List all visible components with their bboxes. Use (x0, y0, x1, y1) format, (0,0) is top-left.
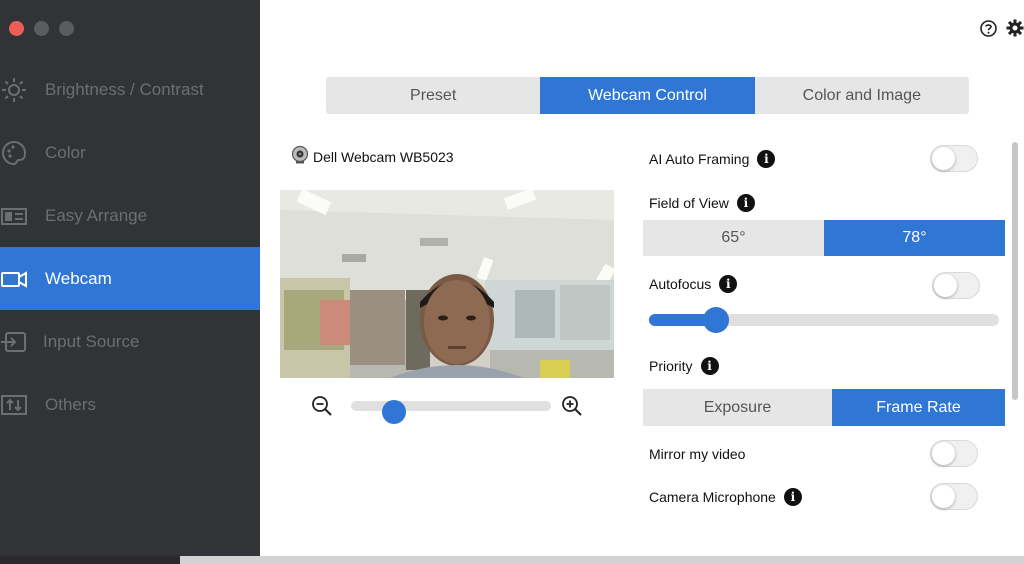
zoom-slider[interactable] (351, 400, 551, 424)
webcam-preview (280, 190, 614, 378)
mirror-video-label: Mirror my video (649, 446, 745, 462)
input-source-icon (0, 328, 28, 356)
mirror-video-toggle[interactable] (930, 440, 978, 467)
zoom-control (311, 395, 583, 424)
sidebar-item-webcam[interactable]: Webcam (0, 247, 260, 310)
top-toolbar (979, 19, 1024, 37)
info-icon[interactable]: i (783, 488, 802, 506)
gear-icon[interactable] (1006, 19, 1024, 37)
field-of-view-segmented: 65° 78° (643, 220, 1005, 256)
setting-label-text: AI Auto Framing (649, 151, 750, 167)
autofocus-toggle[interactable] (932, 272, 980, 299)
sidebar-item-label: Others (45, 394, 97, 414)
maximize-window-button[interactable] (59, 21, 74, 36)
zoom-slider-handle[interactable] (382, 400, 406, 424)
setting-label-text: Camera Microphone (649, 489, 776, 505)
camera-microphone-label: Camera Microphone i (649, 488, 802, 506)
setting-label-text: Autofocus (649, 276, 712, 292)
tab-color-and-image[interactable]: Color and Image (755, 77, 969, 114)
priority-label: Priority i (649, 357, 719, 375)
sidebar-item-easy-arrange[interactable]: Easy Arrange (0, 184, 260, 247)
others-icon (0, 391, 28, 419)
setting-label-text: Priority (649, 358, 693, 374)
minimize-window-button[interactable] (34, 21, 49, 36)
sidebar-item-label: Color (45, 142, 86, 162)
tab-bar: Preset Webcam Control Color and Image (326, 77, 969, 114)
ai-auto-framing-toggle[interactable] (930, 145, 978, 172)
tab-webcam-control[interactable]: Webcam Control (540, 77, 755, 114)
sidebar-item-input-source[interactable]: Input Source (0, 310, 260, 373)
brightness-icon (0, 76, 28, 104)
zoom-in-icon[interactable] (561, 395, 583, 422)
sidebar: Brightness / Contrast Color Easy Arrange… (0, 0, 260, 556)
info-icon[interactable]: i (719, 275, 738, 293)
focus-slider-handle[interactable] (703, 307, 729, 333)
setting-label-text: Field of View (649, 195, 729, 211)
camera-name: Dell Webcam WB5023 (313, 148, 454, 165)
sidebar-item-label: Webcam (45, 268, 112, 288)
fov-65-button[interactable]: 65° (643, 220, 824, 256)
sidebar-item-label: Brightness / Contrast (45, 79, 204, 99)
priority-segmented: Exposure Frame Rate (643, 389, 1005, 426)
palette-icon (0, 139, 28, 167)
setting-label-text: Mirror my video (649, 446, 746, 462)
zoom-out-icon[interactable] (311, 395, 333, 422)
exposure-button[interactable]: Exposure (643, 389, 832, 426)
ai-auto-framing-label: AI Auto Framing i (649, 150, 776, 168)
background-window-strip (0, 556, 1024, 564)
frame-rate-button[interactable]: Frame Rate (832, 389, 1005, 426)
camera-microphone-toggle[interactable] (930, 483, 978, 510)
info-icon[interactable]: i (700, 357, 719, 375)
webcam-icon (0, 265, 28, 293)
focus-slider[interactable] (649, 307, 999, 333)
sidebar-item-color[interactable]: Color (0, 121, 260, 184)
webcam-device-icon (290, 145, 310, 168)
sidebar-item-label: Input Source (43, 331, 140, 351)
tab-preset[interactable]: Preset (326, 77, 540, 114)
sidebar-item-label: Easy Arrange (45, 205, 148, 225)
sidebar-item-brightness-contrast[interactable]: Brightness / Contrast (0, 58, 260, 121)
field-of-view-label: Field of View i (649, 194, 755, 212)
layout-icon (0, 202, 28, 230)
help-icon[interactable] (979, 19, 997, 37)
app-window: Brightness / Contrast Color Easy Arrange… (0, 0, 1024, 556)
settings-scrollbar[interactable] (1012, 142, 1018, 400)
close-window-button[interactable] (9, 21, 24, 36)
info-icon[interactable]: i (736, 194, 755, 212)
camera-name-row: Dell Webcam WB5023 (290, 145, 454, 168)
fov-78-button[interactable]: 78° (824, 220, 1005, 256)
info-icon[interactable]: i (757, 150, 776, 168)
sidebar-item-others[interactable]: Others (0, 373, 260, 436)
autofocus-label: Autofocus i (649, 275, 738, 293)
